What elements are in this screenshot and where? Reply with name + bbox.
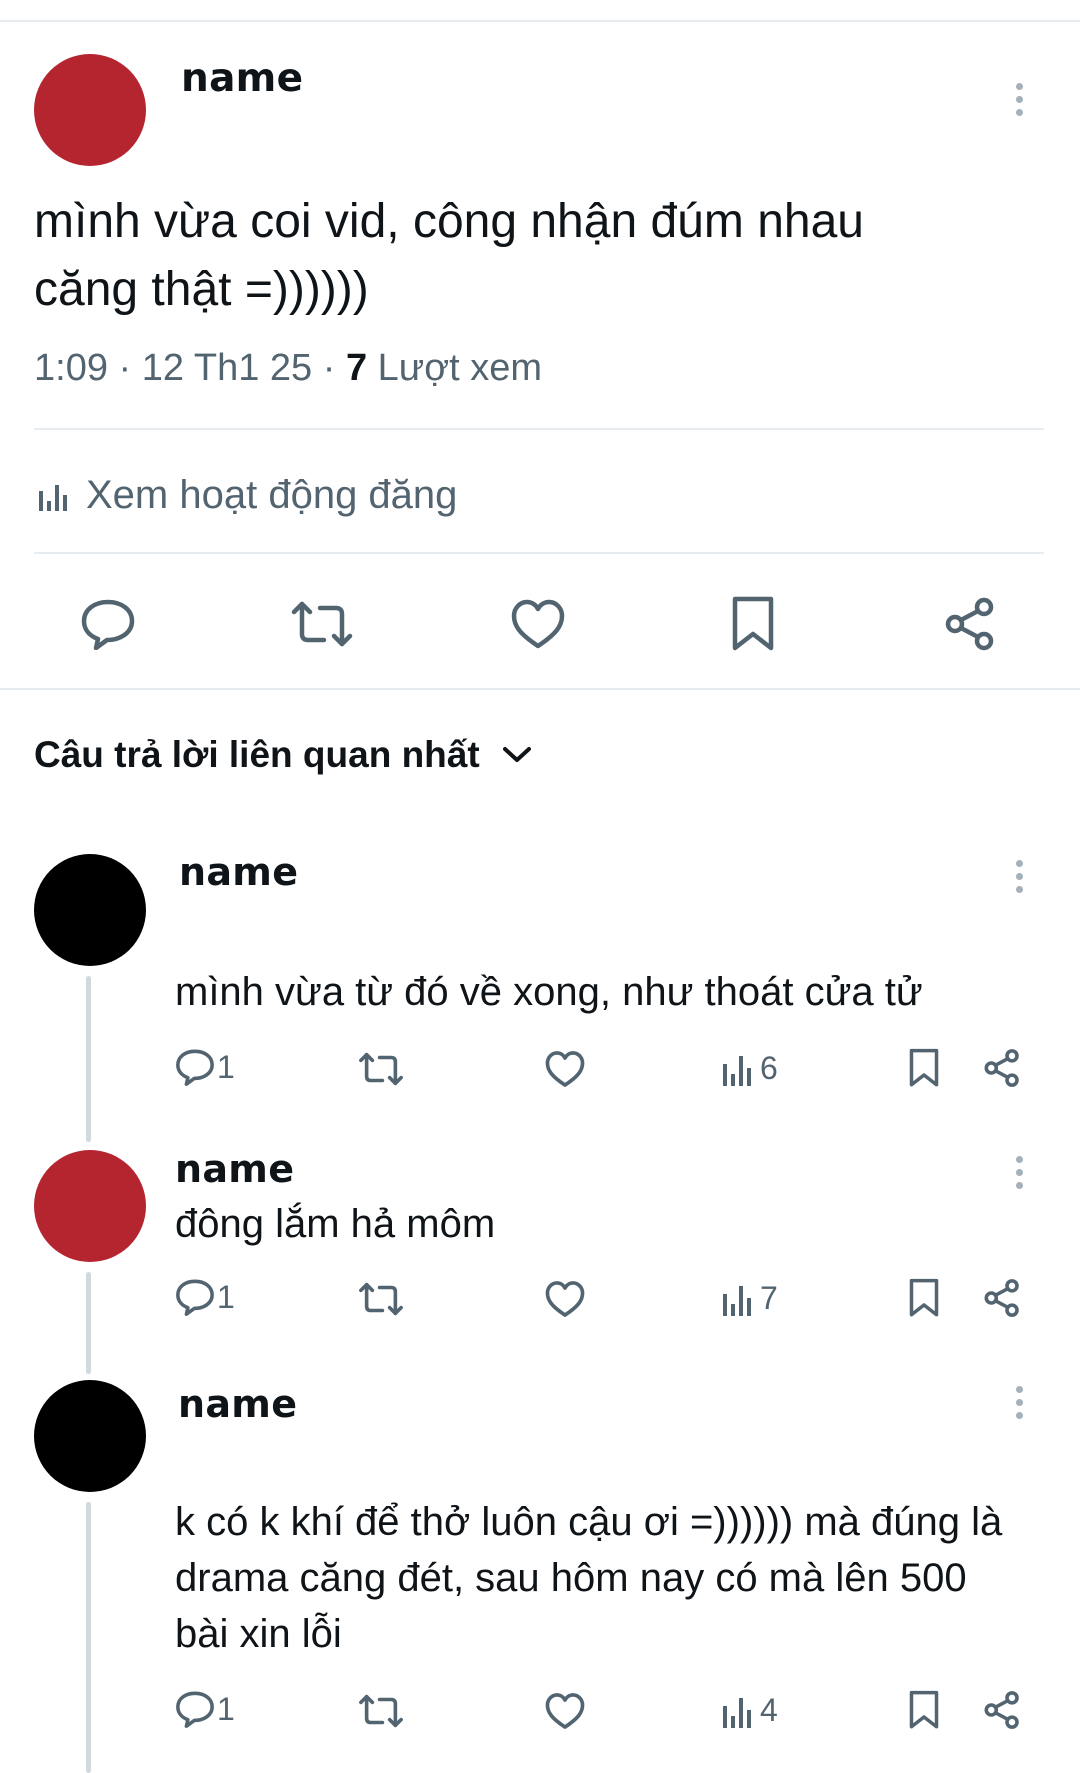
- reply-like-button[interactable]: [544, 1280, 586, 1318]
- reply-retweet-button[interactable]: [358, 1280, 404, 1318]
- reply-avatar[interactable]: [34, 854, 146, 966]
- post-activity-link[interactable]: Xem hoạt động đăng: [38, 470, 457, 520]
- reply-count: 1: [217, 1048, 235, 1085]
- reply-author-name[interactable]: name: [178, 1382, 297, 1426]
- reply-avatar[interactable]: [34, 1380, 146, 1492]
- reply-text-line: đông lắm hả môm: [175, 1202, 496, 1246]
- reply-share-button[interactable]: [982, 1690, 1022, 1730]
- bookmark-icon: [909, 1278, 939, 1317]
- post-more-icon[interactable]: [1016, 83, 1026, 122]
- reply-views-count: 4: [760, 1692, 778, 1728]
- share-icon: [984, 1691, 1019, 1729]
- reply-share-button[interactable]: [982, 1048, 1022, 1088]
- reply-icon: [176, 1049, 214, 1086]
- reply-retweet-button[interactable]: [358, 1692, 404, 1730]
- share-icon: [945, 597, 994, 651]
- reply-count: 1: [217, 1690, 235, 1727]
- reply-author-name[interactable]: name: [175, 1147, 294, 1191]
- reply-like-button[interactable]: [544, 1050, 586, 1088]
- post-views-label: Lượt xem: [367, 347, 543, 389]
- reply-icon: [81, 599, 135, 650]
- section-divider: [0, 688, 1080, 690]
- post-meta: 1:09 · 12 Th1 25 · 7 Lượt xem: [34, 347, 542, 390]
- analytics-icon: [723, 1055, 751, 1086]
- reply-retweet-button[interactable]: [358, 1050, 404, 1088]
- reply-views-count: 7: [760, 1280, 778, 1316]
- post-like-button[interactable]: [510, 598, 566, 650]
- bookmark-icon: [732, 596, 774, 651]
- post-bookmark-button[interactable]: [730, 596, 776, 652]
- post-divider-1: [34, 428, 1044, 430]
- reply-bookmark-button[interactable]: [908, 1048, 940, 1088]
- reply-bookmark-button[interactable]: [908, 1278, 940, 1318]
- reply-views-button[interactable]: 6: [722, 1050, 778, 1087]
- reply-reply-button[interactable]: 1: [175, 1048, 235, 1086]
- analytics-icon: [723, 1285, 751, 1316]
- reply-count: 1: [217, 1278, 235, 1315]
- reply-more-icon[interactable]: [1016, 860, 1026, 899]
- reply-avatar[interactable]: [34, 1150, 146, 1262]
- reply-share-button[interactable]: [982, 1278, 1022, 1318]
- reply-like-button[interactable]: [544, 1692, 586, 1730]
- post-author-name[interactable]: name: [181, 56, 303, 101]
- reply-text-line: mình vừa từ đó về xong, như thoát cửa tử: [175, 970, 923, 1014]
- like-icon: [545, 1051, 585, 1087]
- reply-views-button[interactable]: 4: [722, 1692, 778, 1729]
- post-timestamp[interactable]: 1:09 · 12 Th1 25 ·: [34, 347, 346, 389]
- reply-views-button[interactable]: 7: [722, 1280, 778, 1317]
- retweet-icon: [359, 1052, 403, 1086]
- reply-author-name[interactable]: name: [179, 850, 298, 894]
- thread-line: [86, 1502, 91, 1773]
- bookmark-icon: [909, 1048, 939, 1087]
- reply-views-count: 6: [760, 1050, 778, 1086]
- post-activity-label: Xem hoạt động đăng: [86, 472, 458, 517]
- reply-more-icon[interactable]: [1016, 1156, 1026, 1195]
- reply-text-line: bài xin lỗi: [175, 1612, 342, 1656]
- post-text-line-2: căng thật =)))))): [34, 263, 369, 316]
- reply-more-icon[interactable]: [1016, 1386, 1026, 1425]
- post-retweet-button[interactable]: [290, 598, 354, 650]
- bookmark-icon: [909, 1690, 939, 1729]
- thread-line: [86, 1272, 91, 1374]
- replies-sort-dropdown[interactable]: Câu trả lời liên quan nhất: [34, 734, 532, 776]
- reply-reply-button[interactable]: 1: [175, 1278, 235, 1316]
- retweet-icon: [291, 601, 353, 647]
- reply-text-line: drama căng đét, sau hôm nay có mà lên 50…: [175, 1556, 967, 1600]
- post-views-count: 7: [345, 347, 368, 389]
- chevron-down-icon: [502, 745, 532, 765]
- thread-line: [86, 976, 91, 1142]
- post-text-line-1: mình vừa coi vid, công nhận đúm nhau: [34, 195, 864, 248]
- post-author-avatar[interactable]: [34, 54, 146, 166]
- like-icon: [511, 599, 565, 649]
- like-icon: [545, 1693, 585, 1729]
- reply-icon: [176, 1279, 214, 1316]
- post-reply-button[interactable]: [80, 598, 136, 650]
- reply-reply-button[interactable]: 1: [175, 1690, 235, 1728]
- share-icon: [984, 1279, 1019, 1317]
- retweet-icon: [359, 1694, 403, 1728]
- reply-icon: [176, 1691, 214, 1728]
- retweet-icon: [359, 1282, 403, 1316]
- analytics-icon: [723, 1697, 751, 1728]
- replies-sort-label: Câu trả lời liên quan nhất: [34, 734, 480, 775]
- post-share-button[interactable]: [942, 596, 998, 652]
- top-divider: [0, 20, 1080, 22]
- reply-bookmark-button[interactable]: [908, 1690, 940, 1730]
- post-divider-2: [34, 552, 1044, 554]
- analytics-icon: [38, 479, 72, 511]
- reply-text-line: k có k khí để thở luôn cậu ơi =)))))) mà…: [175, 1500, 1003, 1544]
- like-icon: [545, 1281, 585, 1317]
- share-icon: [984, 1049, 1019, 1087]
